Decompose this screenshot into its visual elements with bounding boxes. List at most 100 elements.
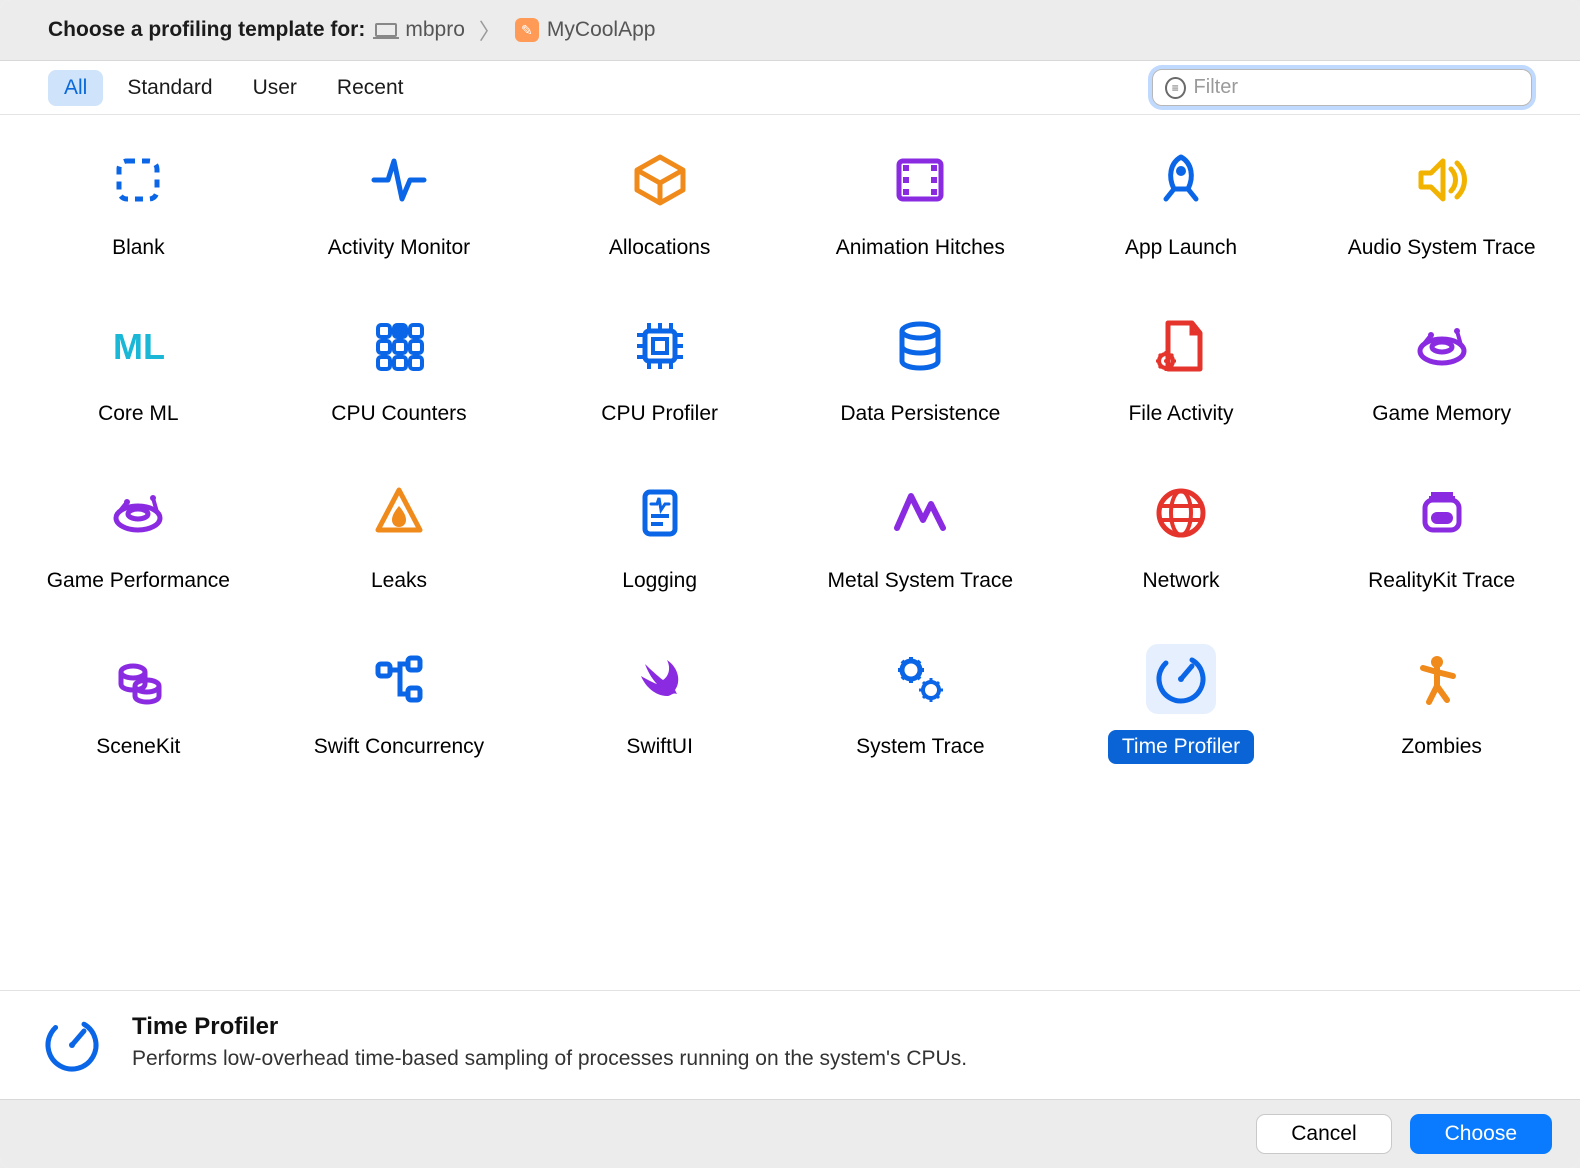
template-label: Logging xyxy=(608,564,711,598)
laptop-icon xyxy=(375,23,397,37)
coreml-icon: ML xyxy=(103,311,173,381)
filter-input[interactable] xyxy=(1194,76,1519,99)
template-label: Game Memory xyxy=(1358,397,1525,431)
detail-panel: Time Profiler Performs low-overhead time… xyxy=(0,990,1580,1099)
toolbar: AllStandardUserRecent ≡ xyxy=(0,61,1580,115)
template-label: Leaks xyxy=(357,564,441,598)
datapersist-icon xyxy=(885,311,955,381)
filter-tab-standard[interactable]: Standard xyxy=(111,70,228,106)
template-core-ml[interactable]: ML Core ML xyxy=(8,305,269,437)
template-app-launch[interactable]: App Launch xyxy=(1051,139,1312,271)
counters-icon xyxy=(364,311,434,381)
template-scenekit[interactable]: SceneKit xyxy=(8,638,269,770)
template-label: CPU Profiler xyxy=(587,397,732,431)
template-time-profiler[interactable]: Time Profiler xyxy=(1051,638,1312,770)
leaks-icon xyxy=(364,478,434,548)
gameperf-icon xyxy=(103,478,173,548)
scenekit-icon xyxy=(103,644,173,714)
audio-icon xyxy=(1407,145,1477,215)
template-allocations[interactable]: Allocations xyxy=(529,139,790,271)
template-system-trace[interactable]: System Trace xyxy=(790,638,1051,770)
filter-tabs: AllStandardUserRecent xyxy=(48,70,419,106)
template-activity-monitor[interactable]: Activity Monitor xyxy=(269,139,530,271)
template-label: SceneKit xyxy=(82,730,194,764)
detail-icon xyxy=(40,1013,104,1077)
template-zombies[interactable]: Zombies xyxy=(1311,638,1572,770)
template-chooser-window: Choose a profiling template for: mbpro 〉… xyxy=(0,0,1580,1168)
template-label: SwiftUI xyxy=(612,730,707,764)
breadcrumb-device[interactable]: mbpro xyxy=(375,18,465,42)
gamememory-icon xyxy=(1407,311,1477,381)
allocations-icon xyxy=(625,145,695,215)
template-data-persistence[interactable]: Data Persistence xyxy=(790,305,1051,437)
template-label: System Trace xyxy=(842,730,998,764)
template-label: Network xyxy=(1128,564,1233,598)
chevron-right-icon: 〉 xyxy=(479,14,501,46)
breadcrumb-app[interactable]: ✎ MyCoolApp xyxy=(515,18,656,42)
filter-tab-user[interactable]: User xyxy=(237,70,313,106)
launch-icon xyxy=(1146,145,1216,215)
template-label: File Activity xyxy=(1114,397,1247,431)
metal-icon xyxy=(885,478,955,548)
template-cpu-profiler[interactable]: CPU Profiler xyxy=(529,305,790,437)
template-realitykit-trace[interactable]: RealityKit Trace xyxy=(1311,472,1572,604)
template-swiftui[interactable]: SwiftUI xyxy=(529,638,790,770)
template-label: Activity Monitor xyxy=(314,231,484,265)
template-label: Swift Concurrency xyxy=(300,730,498,764)
template-blank[interactable]: Blank xyxy=(8,139,269,271)
template-game-memory[interactable]: Game Memory xyxy=(1311,305,1572,437)
cancel-button[interactable]: Cancel xyxy=(1256,1114,1391,1154)
template-file-activity[interactable]: File Activity xyxy=(1051,305,1312,437)
systemtrace-icon xyxy=(885,644,955,714)
detail-text: Time Profiler Performs low-overhead time… xyxy=(132,1013,967,1071)
realitykit-icon xyxy=(1407,478,1477,548)
swiftui-icon xyxy=(625,644,695,714)
template-metal-system-trace[interactable]: Metal System Trace xyxy=(790,472,1051,604)
choose-button[interactable]: Choose xyxy=(1410,1114,1552,1154)
template-leaks[interactable]: Leaks xyxy=(269,472,530,604)
template-label: App Launch xyxy=(1111,231,1251,265)
template-label: CPU Counters xyxy=(317,397,480,431)
svg-text:ML: ML xyxy=(113,326,165,367)
template-label: Animation Hitches xyxy=(822,231,1019,265)
template-swift-concurrency[interactable]: Swift Concurrency xyxy=(269,638,530,770)
template-label: RealityKit Trace xyxy=(1354,564,1529,598)
detail-description: Performs low-overhead time-based samplin… xyxy=(132,1047,967,1071)
logging-icon xyxy=(625,478,695,548)
template-grid-scroll[interactable]: Blank Activity Monitor Allocations Animatio… xyxy=(0,115,1580,990)
network-icon xyxy=(1146,478,1216,548)
template-network[interactable]: Network xyxy=(1051,472,1312,604)
animation-icon xyxy=(885,145,955,215)
filter-tab-recent[interactable]: Recent xyxy=(321,70,420,106)
template-game-performance[interactable]: Game Performance xyxy=(8,472,269,604)
filter-tab-all[interactable]: All xyxy=(48,70,103,106)
cpuprofiler-icon xyxy=(625,311,695,381)
template-audio-system-trace[interactable]: Audio System Trace xyxy=(1311,139,1572,271)
activity-icon xyxy=(364,145,434,215)
template-label: Core ML xyxy=(84,397,193,431)
app-icon: ✎ xyxy=(515,18,539,42)
template-label: Allocations xyxy=(595,231,725,265)
titlebar: Choose a profiling template for: mbpro 〉… xyxy=(0,0,1580,61)
template-label: Time Profiler xyxy=(1108,730,1254,764)
template-label: Zombies xyxy=(1387,730,1496,764)
template-label: Metal System Trace xyxy=(814,564,1028,598)
template-label: Game Performance xyxy=(33,564,244,598)
filter-icon: ≡ xyxy=(1165,77,1186,99)
template-cpu-counters[interactable]: CPU Counters xyxy=(269,305,530,437)
timeprofiler-icon xyxy=(1146,644,1216,714)
template-label: Blank xyxy=(98,231,179,265)
filter-field[interactable]: ≡ xyxy=(1152,69,1532,106)
template-grid: Blank Activity Monitor Allocations Animatio… xyxy=(0,139,1580,770)
concurrency-icon xyxy=(364,644,434,714)
template-animation-hitches[interactable]: Animation Hitches xyxy=(790,139,1051,271)
zombies-icon xyxy=(1407,644,1477,714)
template-label: Audio System Trace xyxy=(1334,231,1550,265)
breadcrumb-device-label: mbpro xyxy=(405,18,465,42)
footer: Cancel Choose xyxy=(0,1099,1580,1168)
breadcrumb-app-label: MyCoolApp xyxy=(547,18,656,42)
titlebar-label: Choose a profiling template for: xyxy=(48,18,365,42)
detail-title: Time Profiler xyxy=(132,1013,967,1041)
template-label: Data Persistence xyxy=(826,397,1014,431)
template-logging[interactable]: Logging xyxy=(529,472,790,604)
